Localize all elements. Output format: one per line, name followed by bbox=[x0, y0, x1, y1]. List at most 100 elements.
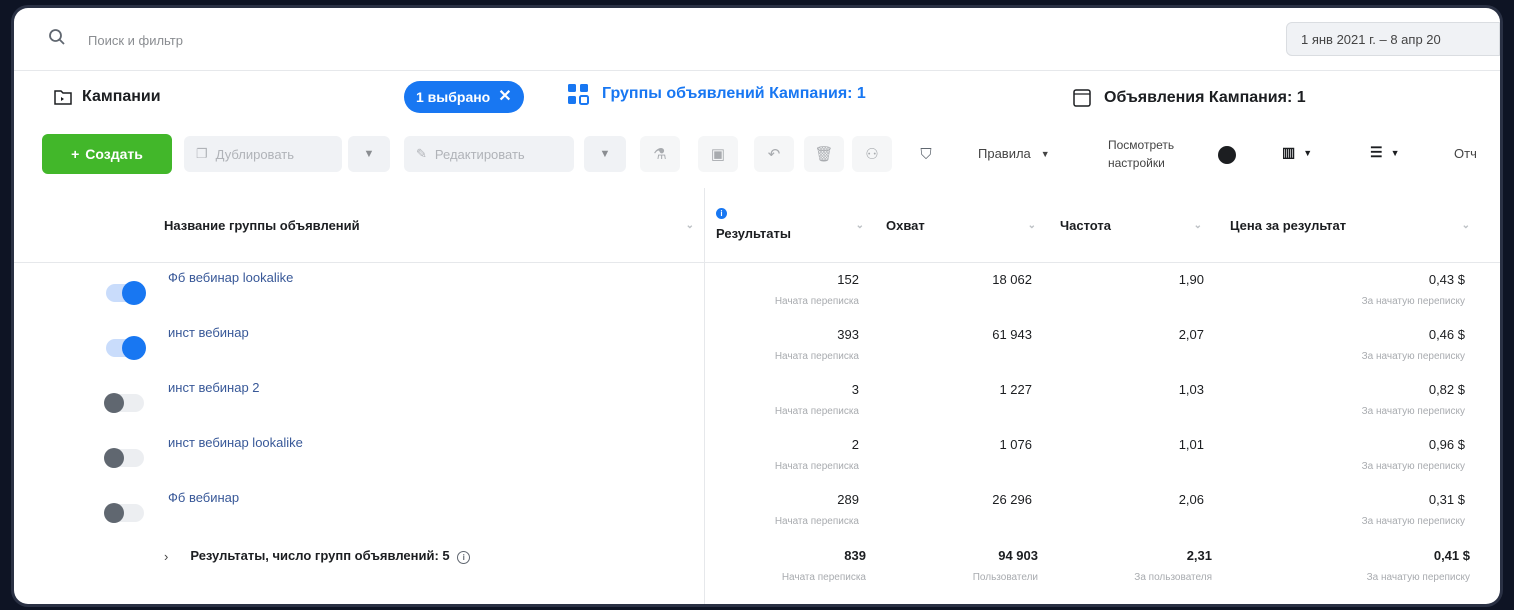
cost-sub: За начатую переписку bbox=[1361, 406, 1465, 417]
tag-icon: ⛉ bbox=[920, 145, 932, 163]
copy-icon: ❐ bbox=[196, 146, 208, 161]
tab-adsets[interactable]: Группы объявлений Кампания: 1 bbox=[566, 82, 866, 109]
sort-icon: ⌄ bbox=[855, 220, 864, 231]
toolbar: + Создать ❐ Дублировать ▼ ✎ Редактироват… bbox=[14, 132, 1500, 180]
caret-down-icon: ▼ bbox=[1040, 148, 1050, 159]
breakdown-dropdown[interactable]: ☰ ▼ bbox=[1370, 144, 1399, 161]
undo-icon: ↶ bbox=[767, 146, 781, 163]
edit-label: Редактировать bbox=[434, 146, 525, 162]
adset-name-link[interactable]: инст вебинар 2 bbox=[168, 380, 260, 395]
level-tabs: Кампании 1 выбрано ✕ Группы объявлений К… bbox=[14, 78, 1500, 128]
col-header-reach-label: Охват bbox=[886, 218, 925, 233]
clipboard-button[interactable]: ▣ bbox=[698, 136, 738, 172]
table-row[interactable]: инст вебинар lookalike 2 Начата переписк… bbox=[14, 433, 1500, 487]
summary-reach-sub: Пользователи bbox=[972, 572, 1038, 583]
toggle-knob bbox=[122, 336, 146, 360]
summary-frequency-value: 2,31 bbox=[1186, 548, 1212, 563]
table-header: Название группы объявлений ⌄ i Результат… bbox=[14, 188, 1500, 263]
tab-campaigns[interactable]: Кампании bbox=[54, 88, 161, 106]
reach-value: 18 062 bbox=[992, 272, 1032, 287]
edit-button[interactable]: ✎ Редактировать bbox=[404, 136, 574, 172]
sort-icon: ⌄ bbox=[1027, 220, 1036, 231]
delete-button[interactable]: 🗑 bbox=[804, 136, 844, 172]
adset-name-link[interactable]: инст вебинар lookalike bbox=[168, 435, 303, 450]
tab-campaigns-label: Кампании bbox=[82, 88, 161, 105]
adset-toggle[interactable] bbox=[104, 393, 144, 413]
adset-name-link[interactable]: Фб вебинар bbox=[168, 490, 239, 505]
cost-value: 0,43 $ bbox=[1428, 272, 1465, 287]
tab-ads[interactable]: Объявления Кампания: 1 bbox=[1072, 88, 1306, 108]
table-row[interactable]: инст вебинар 393 Начата переписка 61 943… bbox=[14, 323, 1500, 377]
ab-test-button[interactable]: ⚗ bbox=[640, 136, 680, 172]
reports-button[interactable]: Отч bbox=[1454, 146, 1477, 161]
col-header-frequency[interactable]: Частота ⌄ bbox=[1060, 188, 1212, 262]
results-sub: Начата переписка bbox=[774, 516, 859, 527]
chevron-down-icon: ▼ bbox=[599, 148, 611, 160]
summary-label[interactable]: › Результаты, число групп объявлений: 5 … bbox=[164, 548, 471, 564]
duplicate-dropdown-button[interactable]: ▼ bbox=[348, 136, 390, 172]
tab-ads-label: Объявления Кампания: 1 bbox=[1104, 89, 1306, 106]
summary-results-value: 839 bbox=[844, 548, 866, 563]
columns-dropdown[interactable]: ▥ ▼ bbox=[1282, 144, 1312, 161]
selected-filter-pill[interactable]: 1 выбрано ✕ bbox=[404, 81, 524, 113]
col-header-cost-label: Цена за результат bbox=[1230, 218, 1347, 233]
cost-sub: За начатую переписку bbox=[1361, 516, 1465, 527]
view-settings-button[interactable]: Посмотреть настройки bbox=[1108, 136, 1208, 172]
undo-button[interactable]: ↶ bbox=[754, 136, 794, 172]
caret-down-icon: ▼ bbox=[1390, 147, 1400, 158]
results-value: 152 bbox=[837, 272, 859, 287]
tag-button[interactable]: ⛉ bbox=[906, 136, 946, 172]
breakdown-icon: ☰ bbox=[1370, 144, 1383, 160]
adset-name-link[interactable]: Фб вебинар lookalike bbox=[168, 270, 293, 285]
results-value: 289 bbox=[837, 492, 859, 507]
summary-results-sub: Начата переписка bbox=[781, 572, 866, 583]
frequency-value: 1,01 bbox=[1178, 437, 1204, 452]
sort-icon: ⌄ bbox=[685, 220, 694, 231]
close-icon[interactable]: ✕ bbox=[498, 89, 511, 105]
frequency-value: 2,07 bbox=[1178, 327, 1204, 342]
results-sub: Начата переписка bbox=[774, 296, 859, 307]
edit-dropdown-button[interactable]: ▼ bbox=[584, 136, 626, 172]
table-row[interactable]: Фб вебинар lookalike 152 Начата переписк… bbox=[14, 268, 1500, 322]
search-bar: 1 янв 2021 г. – 8 апр 20 bbox=[14, 8, 1500, 71]
summary-cost-value: 0,41 $ bbox=[1433, 548, 1470, 563]
audience-button[interactable]: ⚇ bbox=[852, 136, 892, 172]
search-input[interactable] bbox=[86, 28, 690, 52]
col-header-name[interactable]: Название группы объявлений ⌄ bbox=[164, 188, 704, 262]
pencil-icon: ✎ bbox=[416, 146, 427, 161]
columns-icon: ▥ bbox=[1282, 144, 1296, 160]
toggle-knob bbox=[104, 503, 124, 523]
col-header-name-label: Название группы объявлений bbox=[164, 218, 360, 233]
summary-reach-value: 94 903 bbox=[998, 548, 1038, 563]
table-row[interactable]: инст вебинар 2 3 Начата переписка 1 227 … bbox=[14, 378, 1500, 432]
adset-toggle[interactable] bbox=[104, 503, 144, 523]
col-header-results[interactable]: i Результаты ⌄ bbox=[704, 188, 874, 262]
duplicate-button[interactable]: ❐ Дублировать bbox=[184, 136, 342, 172]
trash-icon: 🗑 bbox=[814, 146, 834, 163]
grid-icon bbox=[568, 84, 589, 105]
adset-toggle[interactable] bbox=[106, 281, 146, 305]
col-header-cost[interactable]: Цена за результат ⌄ bbox=[1230, 188, 1480, 262]
date-range-picker[interactable]: 1 янв 2021 г. – 8 апр 20 bbox=[1286, 22, 1500, 56]
adset-name-link[interactable]: инст вебинар bbox=[168, 325, 249, 340]
summary-cost-sub: За начатую переписку bbox=[1366, 572, 1470, 583]
adset-toggle[interactable] bbox=[104, 448, 144, 468]
info-icon[interactable]: i bbox=[457, 551, 471, 564]
results-sub: Начата переписка bbox=[774, 406, 859, 417]
create-button[interactable]: + Создать bbox=[42, 134, 172, 174]
reach-value: 61 943 bbox=[992, 327, 1032, 342]
status-dot-icon[interactable] bbox=[1218, 146, 1236, 164]
table-row[interactable]: Фб вебинар 289 Начата переписка 26 296 2… bbox=[14, 488, 1500, 542]
toggle-knob bbox=[104, 393, 124, 413]
people-icon: ⚇ bbox=[865, 146, 879, 163]
col-header-reach[interactable]: Охват ⌄ bbox=[886, 188, 1046, 262]
cost-value: 0,46 $ bbox=[1428, 327, 1465, 342]
duplicate-label: Дублировать bbox=[215, 146, 294, 162]
rules-dropdown[interactable]: Правила ▼ bbox=[978, 146, 1050, 161]
adset-toggle[interactable] bbox=[106, 336, 146, 360]
create-label: Создать bbox=[85, 146, 143, 162]
chevron-right-icon[interactable]: › bbox=[164, 549, 168, 564]
results-value: 3 bbox=[851, 382, 859, 397]
info-icon: i bbox=[716, 208, 727, 219]
frequency-value: 2,06 bbox=[1178, 492, 1204, 507]
